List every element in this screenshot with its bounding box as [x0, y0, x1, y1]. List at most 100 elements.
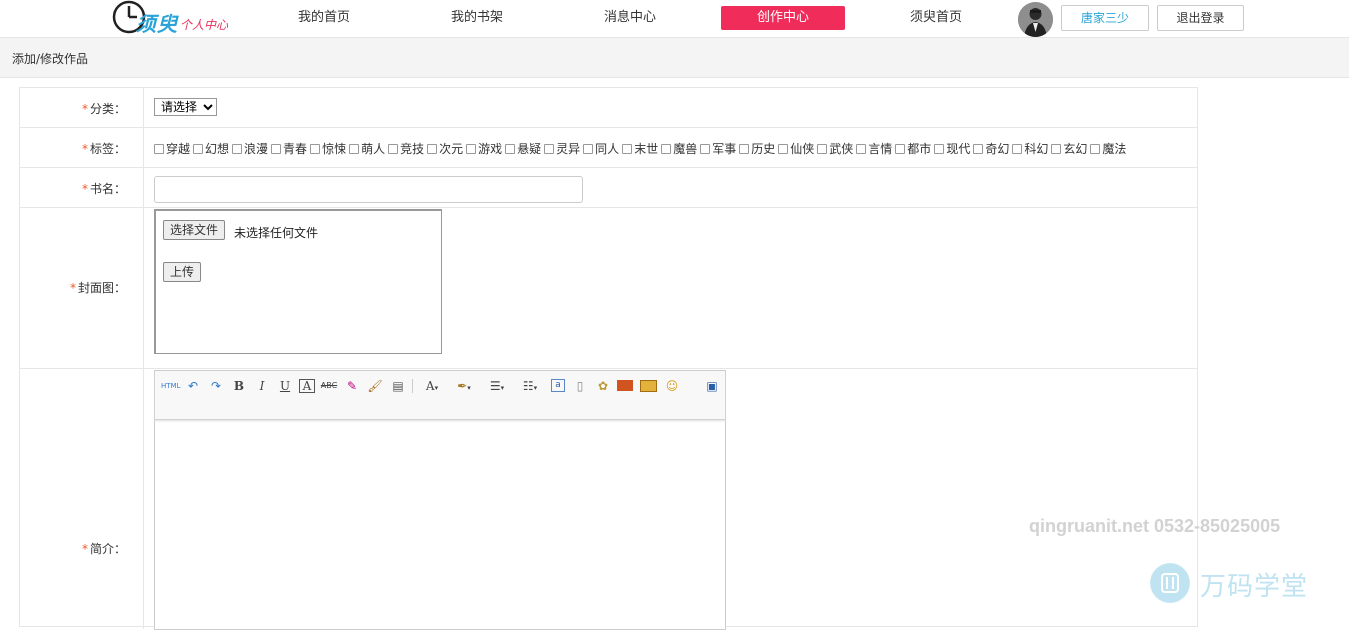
nav-my-bookshelf[interactable]: 我的书架: [415, 6, 539, 30]
tag-checkbox[interactable]: [154, 144, 164, 154]
tag-option[interactable]: 浪漫: [232, 140, 268, 157]
tag-option[interactable]: 奇幻: [973, 140, 1009, 157]
tag-checkbox[interactable]: [895, 144, 906, 154]
tag-checkbox[interactable]: [739, 144, 750, 154]
tag-checkbox[interactable]: [583, 144, 594, 154]
tag-label: 现代: [946, 142, 971, 156]
watermark-logo-icon: [1150, 563, 1190, 603]
tag-option[interactable]: 军事: [700, 140, 736, 157]
tag-option[interactable]: 游戏: [466, 140, 502, 157]
highlight-color-icon[interactable]: ✒▾: [451, 378, 477, 394]
choose-file-button[interactable]: 选择文件: [163, 220, 226, 240]
tag-checkbox[interactable]: [973, 144, 984, 154]
tag-option[interactable]: 魔兽: [661, 140, 697, 157]
nav-message-center[interactable]: 消息中心: [568, 6, 692, 30]
format-brush-icon[interactable]: 🖌: [367, 378, 383, 394]
font-color-icon[interactable]: A▾: [420, 378, 444, 394]
tag-checkbox[interactable]: [661, 144, 672, 154]
bold-icon[interactable]: B: [231, 378, 247, 394]
cover-label-text: 封面图：: [77, 281, 126, 295]
tag-checkbox[interactable]: [427, 144, 438, 154]
tag-checkbox[interactable]: [622, 144, 633, 154]
tag-checkbox[interactable]: [817, 144, 828, 154]
font-border-icon[interactable]: A: [299, 379, 315, 393]
tag-option[interactable]: 萌人: [349, 140, 385, 157]
tag-option[interactable]: 青春: [271, 140, 307, 157]
category-select[interactable]: 请选择: [154, 98, 217, 116]
tag-checkbox[interactable]: [1051, 144, 1062, 154]
tag-option[interactable]: 魔法: [1090, 140, 1126, 157]
fullscreen-icon[interactable]: ▣: [704, 378, 720, 394]
strikethrough-icon[interactable]: ABC: [320, 378, 338, 394]
unordered-list-icon[interactable]: ☷▾: [517, 378, 543, 394]
tag-checkbox[interactable]: [388, 144, 399, 154]
underline-icon[interactable]: U: [277, 378, 293, 394]
tag-option[interactable]: 科幻: [1012, 140, 1048, 157]
tag-option[interactable]: 惊悚: [310, 140, 346, 157]
tag-checkbox[interactable]: [466, 144, 477, 154]
tags-label: * 标签：: [82, 140, 126, 157]
toolbar-separator: [412, 379, 413, 393]
site-logo[interactable]: 须臾 个人中心: [112, 0, 242, 36]
tag-label: 同人: [595, 142, 620, 156]
tag-option[interactable]: 现代: [934, 140, 970, 157]
logout-button[interactable]: 退出登录: [1157, 5, 1244, 31]
tag-label: 次元: [439, 142, 464, 156]
tag-option[interactable]: 历史: [739, 140, 775, 157]
tag-checkbox[interactable]: [934, 144, 945, 154]
tag-checkbox[interactable]: [1090, 144, 1101, 154]
tag-checkbox[interactable]: [505, 144, 516, 154]
tag-option[interactable]: 都市: [895, 140, 931, 157]
undo-icon[interactable]: ↶: [185, 378, 201, 394]
page-icon[interactable]: ▯: [573, 378, 587, 394]
nav-my-home[interactable]: 我的首页: [262, 6, 386, 30]
tag-checkbox[interactable]: [193, 144, 204, 154]
tag-option[interactable]: 同人: [583, 140, 619, 157]
upload-button[interactable]: 上传: [163, 262, 202, 282]
wordimage-icon[interactable]: ✿: [594, 378, 612, 394]
tag-option[interactable]: 次元: [427, 140, 463, 157]
emoticon-icon[interactable]: ☺: [664, 378, 680, 394]
tag-option[interactable]: 幻想: [193, 140, 229, 157]
tag-checkbox[interactable]: [271, 144, 282, 154]
html-source-icon[interactable]: HTML: [161, 378, 180, 394]
tag-checkbox[interactable]: [856, 144, 867, 154]
tag-checkbox[interactable]: [544, 144, 555, 154]
tag-label: 科幻: [1024, 142, 1049, 156]
intro-editor-area[interactable]: [155, 421, 725, 629]
tag-option[interactable]: 竞技: [388, 140, 424, 157]
tag-option[interactable]: 末世: [622, 140, 658, 157]
title-label: * 书名：: [82, 180, 126, 197]
book-title-row: * 书名：: [20, 168, 1197, 208]
tag-checkbox[interactable]: [1012, 144, 1023, 154]
tag-option[interactable]: 玄幻: [1051, 140, 1087, 157]
ordered-list-icon[interactable]: ☰▾: [484, 378, 510, 394]
nav-creation-center[interactable]: 创作中心: [721, 6, 845, 30]
redo-icon[interactable]: ↷: [208, 378, 224, 394]
italic-icon[interactable]: I: [254, 378, 270, 394]
tag-option[interactable]: 言情: [856, 140, 892, 157]
required-mark: *: [81, 182, 88, 196]
tag-checkbox[interactable]: [232, 144, 243, 154]
username-button[interactable]: 唐家三少: [1061, 5, 1149, 31]
book-title-input[interactable]: [154, 176, 583, 203]
insert-picture-icon[interactable]: [640, 380, 657, 392]
tag-label: 浪漫: [244, 142, 269, 156]
tag-option[interactable]: 武侠: [817, 140, 853, 157]
tag-option[interactable]: 悬疑: [505, 140, 541, 157]
tag-checkbox[interactable]: [310, 144, 321, 154]
tag-option[interactable]: 灵异: [544, 140, 580, 157]
tag-checkbox[interactable]: [349, 144, 360, 154]
paste-text-icon[interactable]: ▤: [390, 378, 406, 394]
tag-checkbox[interactable]: [778, 144, 789, 154]
category-row: * 分类： 请选择: [20, 88, 1197, 128]
tag-option[interactable]: 穿越: [154, 140, 190, 157]
cover-upload-frame: 选择文件 未选择任何文件 上传: [154, 209, 442, 354]
tag-checkbox[interactable]: [700, 144, 711, 154]
tag-option[interactable]: 仙侠: [778, 140, 814, 157]
nav-site-home[interactable]: 须臾首页: [874, 6, 998, 30]
eraser-icon[interactable]: ✎: [344, 378, 360, 394]
image-icon[interactable]: [617, 380, 633, 391]
anchor-icon[interactable]: a: [551, 379, 565, 392]
user-avatar[interactable]: [1018, 2, 1053, 37]
